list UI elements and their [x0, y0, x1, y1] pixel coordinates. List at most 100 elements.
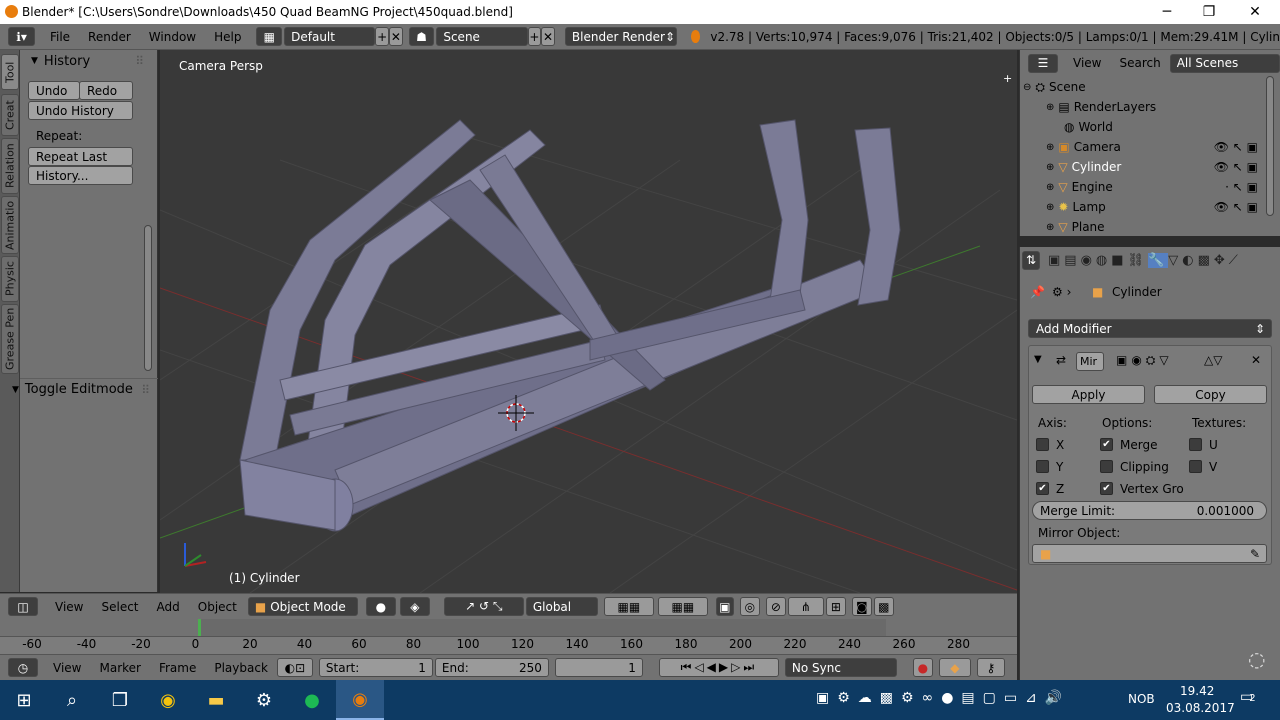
- texture-u-checkbox[interactable]: [1189, 438, 1202, 451]
- keyframe-icon[interactable]: ◆: [938, 658, 971, 677]
- lock-camera-icon[interactable]: ▣: [715, 597, 734, 616]
- 3d-view-editor-icon[interactable]: ◫: [8, 597, 38, 616]
- menu-frame[interactable]: Frame: [150, 661, 205, 675]
- modifier-name-field[interactable]: Mir: [1076, 352, 1104, 371]
- menu-add[interactable]: Add: [148, 600, 189, 614]
- tab-relation[interactable]: Relation: [1, 138, 19, 194]
- pin-icon[interactable]: 📌: [1030, 285, 1045, 299]
- close-button[interactable]: ✕: [1232, 0, 1278, 24]
- tab-animation[interactable]: Animatio: [1, 196, 19, 254]
- remove-scene-icon[interactable]: ✕: [541, 27, 555, 46]
- pivot-icon[interactable]: ◈: [399, 597, 430, 616]
- outliner-editor-icon[interactable]: ☰: [1028, 53, 1058, 73]
- render-icon[interactable]: ◙: [851, 597, 872, 616]
- outliner-row-plane[interactable]: ⊕ ▽ Plane: [1020, 217, 1268, 236]
- copy-button[interactable]: Copy: [1154, 385, 1267, 404]
- axis-z-checkbox[interactable]: ✔: [1036, 482, 1049, 495]
- start-frame-field[interactable]: Start: 1: [318, 658, 433, 677]
- chrome-icon[interactable]: ◉: [144, 680, 192, 720]
- redo-button[interactable]: Redo: [79, 81, 133, 100]
- merge-limit-field[interactable]: Merge Limit: 0.001000: [1032, 501, 1267, 520]
- viewport-corner-icon[interactable]: +: [1003, 72, 1012, 85]
- menu-window[interactable]: Window: [140, 30, 205, 44]
- search-icon[interactable]: ⌕: [48, 680, 96, 720]
- visibility-icon[interactable]: · ↖ ▣: [1225, 180, 1258, 194]
- apply-button[interactable]: Apply: [1032, 385, 1145, 404]
- steam-icon[interactable]: ⚙: [240, 680, 288, 720]
- merge-checkbox[interactable]: ✔: [1100, 438, 1113, 451]
- expand-icon[interactable]: ⊕: [1046, 142, 1054, 153]
- layers-2-icon[interactable]: ▦▦: [657, 597, 708, 616]
- tab-grease-pencil[interactable]: Grease Pen: [1, 304, 19, 374]
- editor-type-icon[interactable]: ℹ▾: [8, 27, 36, 46]
- display-filter-selector[interactable]: All Scenes: [1169, 53, 1280, 73]
- timeline[interactable]: -60 -40 -20 0 20 40 60 80 100 120 140 160 180 200 220 2…: [0, 619, 1017, 654]
- remove-layout-icon[interactable]: ✕: [389, 27, 403, 46]
- outliner[interactable]: ⊖ ⛭ Scene ⊕ ▤ RenderLayers ◍ World ⊕ ▣ Camera 👁 …: [1019, 76, 1280, 236]
- drag-handle-icon[interactable]: ⠿: [135, 54, 144, 68]
- menu-view[interactable]: View: [46, 600, 92, 614]
- outliner-row-world[interactable]: ◍ World: [1020, 117, 1268, 137]
- timeline-editor-icon[interactable]: ◷: [8, 658, 38, 677]
- render-anim-icon[interactable]: ▩: [873, 597, 894, 616]
- expand-icon[interactable]: ⊕: [1046, 162, 1054, 173]
- layout-selector[interactable]: Default: [284, 27, 376, 46]
- visibility-icon[interactable]: 👁 ↖ ▣: [1214, 140, 1258, 154]
- 3d-viewport[interactable]: Camera Persp (1) Cylinder +: [160, 50, 1017, 593]
- clock-time[interactable]: 19.42: [1180, 684, 1214, 698]
- clock-date[interactable]: 03.08.2017: [1166, 701, 1235, 715]
- texture-v-checkbox[interactable]: [1189, 460, 1202, 473]
- record-icon[interactable]: ●: [912, 658, 933, 677]
- axis-x-checkbox[interactable]: [1036, 438, 1049, 451]
- manipulator-icon[interactable]: ↗ ↺ ⤡: [443, 597, 524, 616]
- scene-icon[interactable]: ☗: [408, 27, 435, 46]
- history-button[interactable]: History...: [28, 166, 133, 185]
- drag-handle-icon[interactable]: ⠿: [141, 383, 150, 397]
- expand-icon[interactable]: ⊕: [1046, 102, 1054, 113]
- end-frame-field[interactable]: End: 250: [434, 658, 549, 677]
- task-view-icon[interactable]: ❐: [96, 680, 144, 720]
- remove-modifier-icon[interactable]: ✕: [1251, 353, 1261, 367]
- menu-help[interactable]: Help: [205, 30, 250, 44]
- menu-outliner-view[interactable]: View: [1064, 56, 1110, 70]
- snap-icon[interactable]: ⊘: [765, 597, 786, 616]
- menu-outliner-search[interactable]: Search: [1110, 56, 1169, 70]
- quad-frame-mesh[interactable]: [239, 119, 901, 532]
- proportional-icon[interactable]: ◎: [739, 597, 760, 616]
- add-layout-icon[interactable]: +: [375, 27, 390, 46]
- repeat-last-button[interactable]: Repeat Last: [28, 147, 133, 166]
- expand-icon[interactable]: ⊕: [1046, 182, 1054, 193]
- orientation-selector[interactable]: Global: [525, 597, 598, 616]
- collapse-triangle-icon[interactable]: ▼: [1034, 354, 1042, 365]
- mode-selector[interactable]: ■ Object Mode: [247, 597, 358, 616]
- sync-selector[interactable]: No Sync: [784, 658, 897, 677]
- outliner-row-cylinder[interactable]: ⊕ ▽ Cylinder 👁 ↖ ▣: [1020, 157, 1268, 177]
- snap-target-icon[interactable]: ⊞: [825, 597, 846, 616]
- menu-playback[interactable]: Playback: [205, 661, 277, 675]
- tray-icons[interactable]: ▣⚙☁▩⚙∞●▤▢▭⊿🔊: [816, 690, 1070, 706]
- blender-taskbar-icon[interactable]: ◉: [336, 680, 384, 720]
- menu-select[interactable]: Select: [92, 600, 147, 614]
- layout-icon[interactable]: ▦: [256, 27, 283, 46]
- scene-selector[interactable]: Scene: [436, 27, 528, 46]
- menu-timeline-view[interactable]: View: [44, 661, 90, 675]
- corner-widget-icon[interactable]: ◌: [1248, 647, 1265, 671]
- modifier-visibility-icons[interactable]: ▣◉⛭▽: [1116, 353, 1173, 368]
- current-frame-marker[interactable]: [198, 619, 201, 636]
- outliner-scrollbar[interactable]: [1266, 76, 1274, 216]
- viewport-canvas[interactable]: [160, 50, 1017, 593]
- undo-button[interactable]: Undo: [28, 81, 80, 100]
- start-button-icon[interactable]: ⊞: [0, 680, 48, 720]
- visibility-icon[interactable]: 👁 ↖ ▣: [1214, 160, 1258, 174]
- input-language[interactable]: NOB: [1128, 692, 1155, 706]
- menu-file[interactable]: File: [41, 30, 79, 44]
- move-up-down-icon[interactable]: △▽: [1204, 353, 1222, 367]
- playback-controls-icon[interactable]: ⏮◁◀▶▷⏭: [658, 658, 779, 677]
- shading-icon[interactable]: ●: [365, 597, 396, 616]
- menu-marker[interactable]: Marker: [90, 661, 149, 675]
- spotify-icon[interactable]: ●: [288, 680, 336, 720]
- outliner-row-scene[interactable]: ⊖ ⛭ Scene: [1020, 77, 1268, 97]
- tab-create[interactable]: Creat: [1, 94, 19, 136]
- expand-icon[interactable]: ⊖: [1023, 82, 1031, 93]
- keying-set-icon[interactable]: ⚷: [976, 658, 1005, 677]
